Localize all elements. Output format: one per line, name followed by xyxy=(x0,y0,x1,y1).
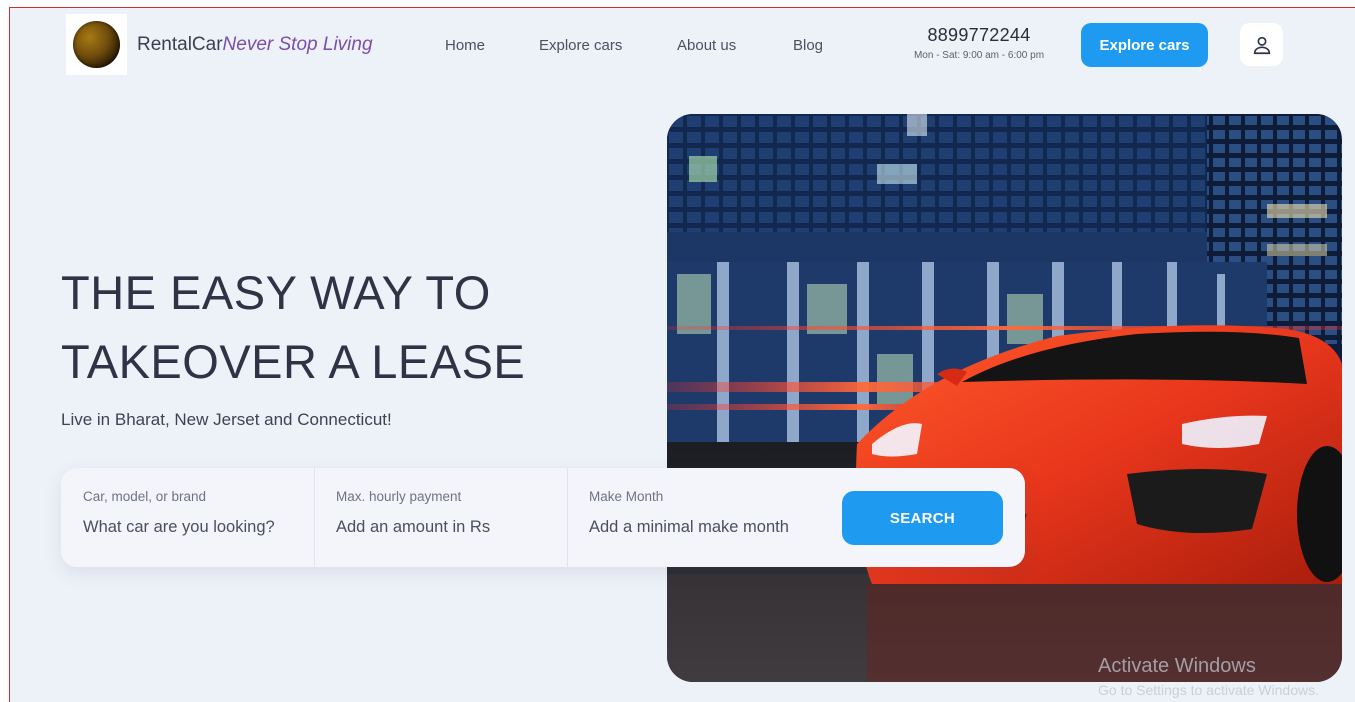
nav-about-us[interactable]: About us xyxy=(677,37,736,54)
car-model-field[interactable]: Car, model, or brand xyxy=(61,468,314,567)
page-frame: RentalCarNever Stop Living Home Explore … xyxy=(9,7,1355,702)
search-bar: Car, model, or brand Max. hourly payment… xyxy=(61,468,1025,567)
make-month-input[interactable] xyxy=(589,518,819,537)
hero-title: THE EASY WAY TO TAKEOVER A LEASE xyxy=(61,258,525,396)
logo-emblem-icon xyxy=(73,21,120,68)
watermark-title: Activate Windows xyxy=(1098,655,1256,677)
brand-title: RentalCar xyxy=(137,34,223,55)
user-account-button[interactable] xyxy=(1240,23,1283,66)
brand-tagline: Never Stop Living xyxy=(222,34,373,55)
logo[interactable] xyxy=(66,14,127,75)
hero-car-image xyxy=(667,114,1342,682)
brand-name[interactable]: RentalCarNever Stop Living xyxy=(137,34,373,56)
car-model-label: Car, model, or brand xyxy=(83,489,207,504)
phone-number[interactable]: 8899772244 xyxy=(890,25,1068,46)
make-month-label: Make Month xyxy=(589,489,664,504)
hero-subtitle: Live in Bharat, New Jerset and Connectic… xyxy=(61,410,392,429)
hourly-payment-field[interactable]: Max. hourly payment xyxy=(314,468,567,567)
search-button[interactable]: SEARCH xyxy=(842,491,1003,545)
business-hours: Mon - Sat: 9:00 am - 6:00 pm xyxy=(913,50,1045,61)
hourly-payment-label: Max. hourly payment xyxy=(336,489,462,504)
hero-title-line2: TAKEOVER A LEASE xyxy=(61,335,526,388)
make-month-field[interactable]: Make Month xyxy=(567,468,837,567)
car-model-input[interactable] xyxy=(83,518,313,537)
nav-blog[interactable]: Blog xyxy=(793,37,823,54)
nav-home[interactable]: Home xyxy=(445,37,485,54)
user-icon xyxy=(1253,36,1270,54)
hourly-payment-input[interactable] xyxy=(336,518,566,537)
hero-title-line1: THE EASY WAY TO xyxy=(61,266,491,319)
contact-info: 8899772244 Mon - Sat: 9:00 am - 6:00 pm xyxy=(890,25,1068,61)
explore-cars-button[interactable]: Explore cars xyxy=(1081,23,1208,67)
nav-explore-cars[interactable]: Explore cars xyxy=(539,37,622,54)
watermark-subtitle: Go to Settings to activate Windows. xyxy=(1098,682,1319,698)
